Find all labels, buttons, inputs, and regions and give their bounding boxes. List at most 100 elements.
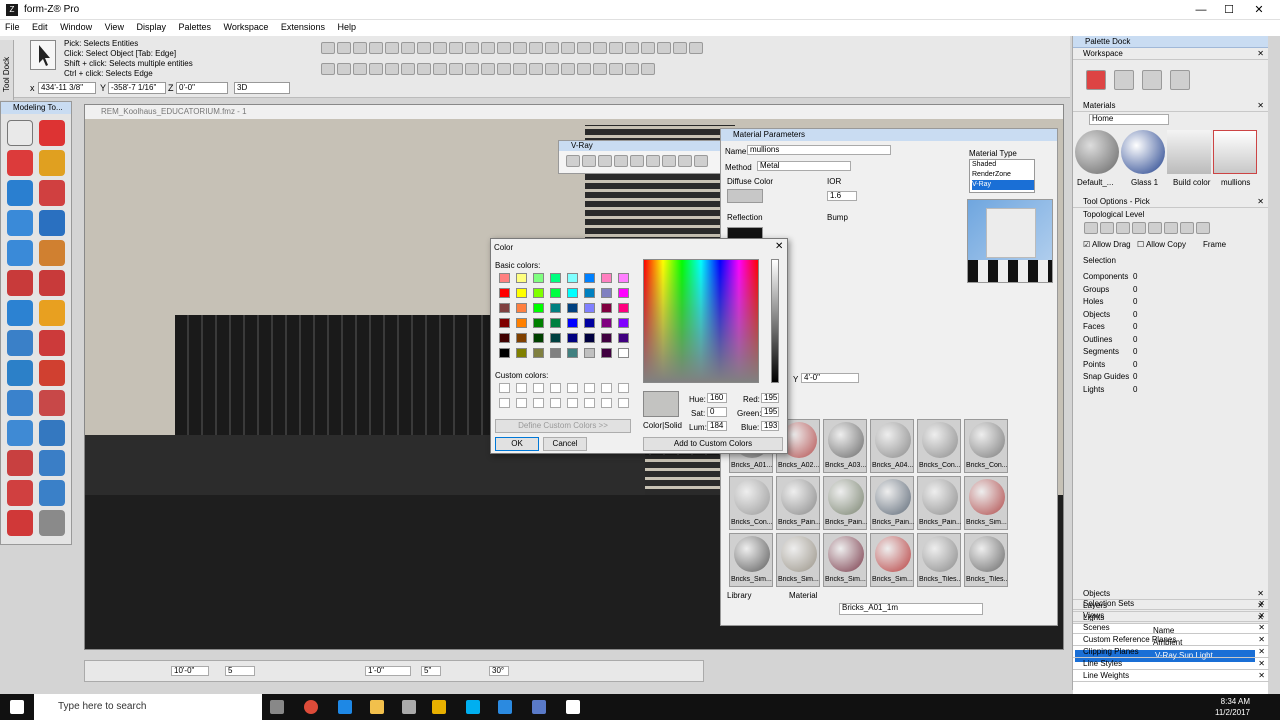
material-tile[interactable]: Bricks_A03... bbox=[823, 419, 867, 473]
windows-start-icon[interactable] bbox=[10, 700, 24, 714]
close-icon[interactable]: ✕ bbox=[1257, 48, 1264, 60]
custom-color-swatch[interactable] bbox=[533, 398, 544, 408]
basic-color-swatch[interactable] bbox=[533, 288, 544, 298]
define-custom-colors-button[interactable]: Define Custom Colors >> bbox=[495, 419, 631, 433]
task-view-icon[interactable] bbox=[270, 700, 284, 714]
view-icon[interactable] bbox=[417, 63, 431, 75]
material-library-field[interactable]: Bricks_A01_1m bbox=[839, 603, 983, 615]
tool-icon[interactable] bbox=[337, 42, 351, 54]
tool-icon[interactable] bbox=[593, 42, 607, 54]
basic-color-swatch[interactable] bbox=[499, 273, 510, 283]
type-vray[interactable]: V-Ray bbox=[972, 180, 1034, 190]
roof-tool-icon[interactable] bbox=[39, 240, 65, 266]
stairs-tool-icon[interactable] bbox=[39, 210, 65, 236]
allow-drag-checkbox[interactable]: ☑ Allow Drag bbox=[1083, 240, 1131, 249]
custom-color-swatch[interactable] bbox=[567, 398, 578, 408]
rectangle-tool-icon[interactable] bbox=[7, 150, 33, 176]
menu-extensions[interactable]: Extensions bbox=[276, 20, 330, 32]
material-tile[interactable]: Bricks_Con... bbox=[729, 476, 773, 530]
render-icon[interactable] bbox=[646, 155, 660, 167]
tool-icon[interactable] bbox=[609, 42, 623, 54]
close-icon[interactable]: ✕ bbox=[1257, 100, 1264, 112]
tool-icon[interactable] bbox=[673, 42, 687, 54]
render-icon[interactable] bbox=[598, 155, 612, 167]
paint-tool-icon[interactable] bbox=[7, 510, 33, 536]
menu-display[interactable]: Display bbox=[131, 20, 171, 32]
basic-color-swatch[interactable] bbox=[533, 348, 544, 358]
render-icon[interactable] bbox=[566, 155, 580, 167]
ior-field[interactable]: 1.6 bbox=[827, 191, 857, 201]
method-select[interactable]: Metal bbox=[757, 161, 851, 171]
topo-icon[interactable] bbox=[1164, 222, 1178, 234]
dock-section[interactable]: Clipping Planes ✕ bbox=[1073, 646, 1269, 658]
close-icon[interactable]: ✕ bbox=[1258, 634, 1265, 646]
tool-icon[interactable] bbox=[433, 42, 447, 54]
basic-color-swatch[interactable] bbox=[601, 288, 612, 298]
view-icon[interactable] bbox=[561, 63, 575, 75]
view-icon[interactable] bbox=[577, 63, 591, 75]
view-icon[interactable] bbox=[545, 63, 559, 75]
basic-color-swatch[interactable] bbox=[618, 318, 629, 328]
trash-icon[interactable] bbox=[39, 510, 65, 536]
render-icon[interactable] bbox=[662, 155, 676, 167]
snap-distance-field[interactable]: 1'-0" bbox=[365, 666, 411, 676]
axis-tool-icon[interactable] bbox=[39, 480, 65, 506]
topo-icon[interactable] bbox=[1180, 222, 1194, 234]
basic-color-swatch[interactable] bbox=[584, 318, 595, 328]
app-icon[interactable] bbox=[532, 700, 546, 714]
diffuse-color-swatch[interactable] bbox=[727, 189, 763, 203]
pen-tool-icon[interactable] bbox=[39, 120, 65, 146]
settings-icon[interactable] bbox=[402, 700, 416, 714]
ok-button[interactable]: OK bbox=[495, 437, 539, 451]
helix-tool-icon[interactable] bbox=[39, 360, 65, 386]
material-tile[interactable]: Bricks_Sim... bbox=[729, 533, 773, 587]
sweep-tool-icon[interactable] bbox=[39, 330, 65, 356]
tool-icon[interactable] bbox=[577, 42, 591, 54]
type-shaded[interactable]: Shaded bbox=[972, 160, 1034, 170]
close-button[interactable]: ✕ bbox=[1244, 0, 1274, 20]
custom-color-swatch[interactable] bbox=[584, 398, 595, 408]
tool-icon[interactable] bbox=[545, 42, 559, 54]
render-icon[interactable] bbox=[582, 155, 596, 167]
close-icon[interactable]: ✕ bbox=[1257, 196, 1264, 208]
basic-color-swatch[interactable] bbox=[550, 273, 561, 283]
tool-icon[interactable] bbox=[385, 42, 399, 54]
material-type-list[interactable]: Shaded RenderZone V-Ray bbox=[969, 159, 1035, 193]
view-icon[interactable] bbox=[401, 63, 415, 75]
cylinder-tool-icon[interactable] bbox=[39, 300, 65, 326]
custom-color-swatch[interactable] bbox=[550, 398, 561, 408]
basic-color-swatch[interactable] bbox=[516, 303, 527, 313]
view-icon[interactable] bbox=[625, 63, 639, 75]
view-icon[interactable] bbox=[593, 63, 607, 75]
material-tile[interactable]: Bricks_Tiles... bbox=[917, 533, 961, 587]
x-coordinate-field[interactable]: 434'-11 3/8" bbox=[38, 82, 96, 94]
extrude-tool-icon[interactable] bbox=[39, 180, 65, 206]
topo-icon[interactable] bbox=[1116, 222, 1130, 234]
view-icon[interactable] bbox=[513, 63, 527, 75]
basic-color-swatch[interactable] bbox=[618, 303, 629, 313]
basic-color-swatch[interactable] bbox=[601, 318, 612, 328]
menu-help[interactable]: Help bbox=[332, 20, 361, 32]
material-tile[interactable]: Bricks_Sim... bbox=[776, 533, 820, 587]
tool-icon[interactable] bbox=[497, 42, 511, 54]
material-name-field[interactable]: mullions bbox=[747, 145, 891, 155]
materials-section[interactable]: Materials ✕ bbox=[1073, 100, 1268, 112]
lum-field[interactable]: 184 bbox=[707, 421, 727, 431]
close-icon[interactable]: ✕ bbox=[1258, 670, 1265, 682]
close-icon[interactable]: ✕ bbox=[775, 241, 783, 252]
close-icon[interactable]: ✕ bbox=[1258, 598, 1265, 610]
topo-icon[interactable] bbox=[1132, 222, 1146, 234]
material-tile[interactable]: Bricks_Pain... bbox=[776, 476, 820, 530]
blue-field[interactable]: 193 bbox=[761, 421, 779, 431]
material-swatch[interactable] bbox=[1075, 130, 1119, 174]
custom-color-swatch[interactable] bbox=[584, 383, 595, 393]
taskbar-search[interactable]: Type here to search bbox=[34, 694, 262, 720]
custom-color-swatch[interactable] bbox=[516, 398, 527, 408]
boolean-tool-icon[interactable] bbox=[39, 450, 65, 476]
luminance-slider[interactable] bbox=[771, 259, 779, 383]
custom-color-swatch[interactable] bbox=[601, 383, 612, 393]
material-tile[interactable]: Bricks_Con... bbox=[964, 419, 1008, 473]
tool-icon[interactable] bbox=[401, 42, 415, 54]
menu-edit[interactable]: Edit bbox=[27, 20, 53, 32]
material-tile[interactable]: Bricks_Sim... bbox=[823, 533, 867, 587]
